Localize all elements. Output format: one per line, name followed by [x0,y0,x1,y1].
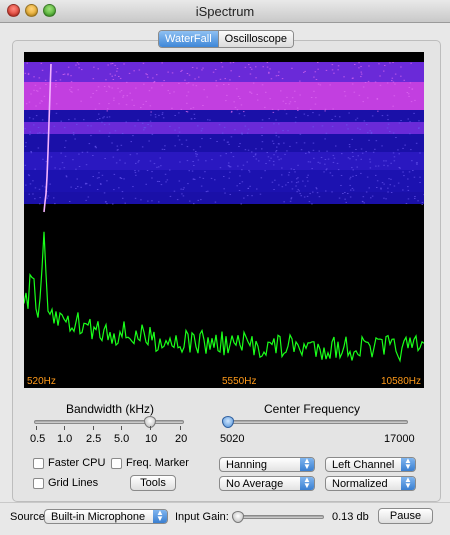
grid-lines-label: Grid Lines [48,477,99,489]
input-gain-slider-track[interactable] [232,515,324,519]
bandwidth-tick [121,426,122,430]
tools-button[interactable]: Tools [130,475,176,491]
waterfall-view [24,52,424,214]
freq-label-min: 520Hz [27,376,56,387]
center-frequency-min-label: 5020 [220,433,245,445]
bandwidth-tick [36,426,37,430]
window-function-value: Hanning [226,459,267,471]
spectrum-display[interactable]: 520Hz 5550Hz 10580Hz [24,52,424,388]
title-bar[interactable]: iSpectrum [0,0,450,23]
bandwidth-tick-label: 20 [175,433,188,445]
input-gain-slider-knob[interactable] [232,511,244,523]
bandwidth-tick-label: 5.0 [114,433,130,445]
bandwidth-tick [93,426,94,430]
averaging-popup[interactable]: No Average ▲ ▼ [219,476,315,491]
source-label: Source: [10,511,48,523]
window-function-popup[interactable]: Hanning ▲ ▼ [219,457,315,472]
popup-arrows-icon: ▲ ▼ [401,476,415,490]
freq-marker-label: Freq. Marker [126,457,189,469]
input-gain-value: 0.13 db [332,511,369,523]
scale-popup[interactable]: Normalized ▲ ▼ [325,476,416,491]
faster-cpu-label: Faster CPU [48,457,106,469]
popup-arrows-icon: ▲ ▼ [300,457,314,471]
popup-arrows-icon: ▲ ▼ [300,476,314,490]
bandwidth-tick [180,426,181,430]
center-frequency-heading: Center Frequency [264,402,361,416]
channel-value: Left Channel [332,459,395,471]
bandwidth-tick [150,426,151,430]
pause-button[interactable]: Pause [378,508,433,524]
center-frequency-max-label: 17000 [384,433,415,445]
source-popup[interactable]: Built-in Microphone ▲ ▼ [44,509,168,524]
spectrum-trace-view [24,231,424,363]
view-mode-segmented-control: WaterFall Oscilloscope [158,30,295,48]
window-title: iSpectrum [195,4,255,19]
bandwidth-heading: Bandwidth (kHz) [66,402,155,416]
bandwidth-tick-label: 2.5 [86,433,102,445]
app-window: iSpectrum WaterFall Oscilloscope 520Hz 5… [0,0,450,535]
channel-popup[interactable]: Left Channel ▲ ▼ [325,457,416,472]
bandwidth-slider-track[interactable] [34,420,184,424]
scale-value: Normalized [332,478,388,490]
center-frequency-slider-track[interactable] [222,420,408,424]
faster-cpu-checkbox[interactable] [33,458,44,469]
bottom-separator [0,502,450,503]
tab-waterfall[interactable]: WaterFall [159,31,218,47]
freq-label-mid: 5550Hz [222,376,257,387]
averaging-value: No Average [226,478,284,490]
bandwidth-tick-label: 10 [145,433,158,445]
bandwidth-tick [64,426,65,430]
grid-lines-checkbox[interactable] [33,478,44,489]
popup-arrows-icon: ▲ ▼ [401,457,415,471]
freq-marker-checkbox[interactable] [111,458,122,469]
source-value: Built-in Microphone [51,511,146,523]
input-gain-label: Input Gain: [175,511,229,523]
bandwidth-tick-label: 0.5 [30,433,46,445]
tab-oscilloscope[interactable]: Oscilloscope [217,31,294,47]
freq-label-max: 10580Hz [380,376,421,387]
popup-arrows-icon: ▲ ▼ [153,509,167,523]
bandwidth-tick-label: 1.0 [57,433,73,445]
